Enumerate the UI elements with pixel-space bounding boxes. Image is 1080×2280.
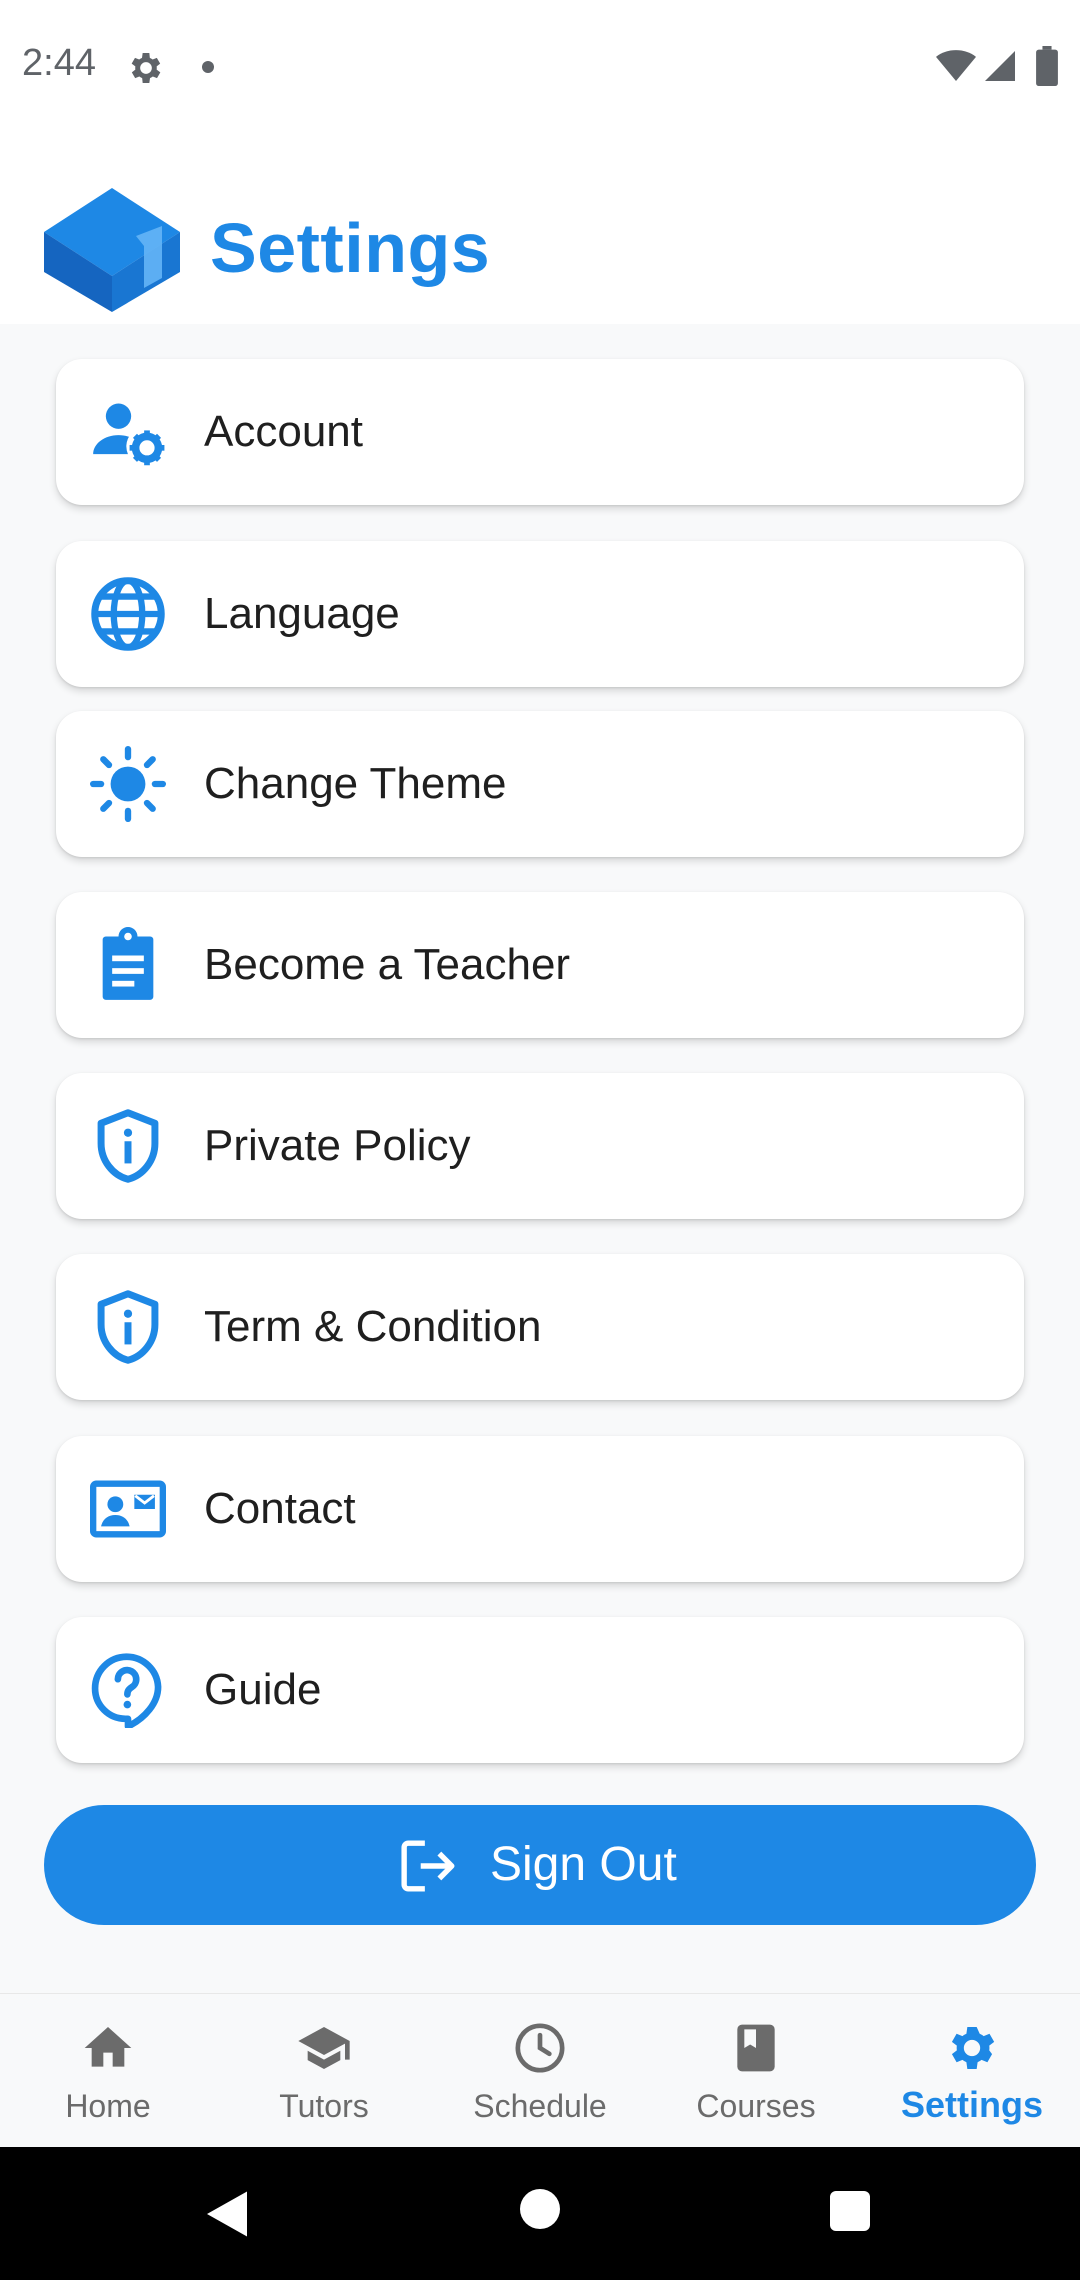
- graduation-cap-logo-icon: [44, 188, 180, 312]
- menu-item-label: Term & Condition: [204, 1302, 542, 1351]
- nav-label: Home: [65, 2088, 151, 2124]
- menu-item-label: Change Theme: [204, 759, 507, 808]
- status-time: 2:44: [22, 42, 96, 84]
- graduation-cap-icon: [298, 2027, 350, 2069]
- notification-dot-icon: [202, 61, 214, 73]
- nav-tab-courses[interactable]: Courses: [648, 1994, 864, 2148]
- back-icon[interactable]: [202, 2189, 252, 2239]
- nav-tab-tutors[interactable]: Tutors: [216, 1994, 432, 2148]
- wifi-icon: [936, 50, 976, 81]
- menu-item-label: Language: [204, 589, 400, 638]
- shield-info-icon: [97, 1109, 159, 1183]
- sun-icon: [90, 746, 166, 822]
- nav-label: Schedule: [473, 2088, 607, 2124]
- page-title: Settings: [210, 209, 491, 287]
- menu-item-label: Guide: [204, 1665, 322, 1714]
- system-navigation-bar: [0, 2147, 1080, 2280]
- home-button-icon[interactable]: [520, 2189, 560, 2229]
- sign-out-button[interactable]: Sign Out: [44, 1805, 1036, 1925]
- menu-item-guide[interactable]: Guide: [56, 1617, 1024, 1763]
- menu-item-change-theme[interactable]: Change Theme: [56, 711, 1024, 857]
- menu-item-label: Private Policy: [204, 1121, 471, 1170]
- nav-label: Tutors: [279, 2088, 369, 2124]
- nav-label: Settings: [900, 2084, 1043, 2125]
- menu-item-private-policy[interactable]: Private Policy: [56, 1073, 1024, 1219]
- clipboard-icon: [102, 927, 154, 1000]
- gear-icon: [951, 2027, 995, 2069]
- bottom-navigation: Home Tutors Schedule Courses Settings: [0, 1993, 1080, 2148]
- sign-out-label: Sign Out: [490, 1838, 677, 1891]
- nav-tab-settings[interactable]: Settings: [864, 1994, 1080, 2148]
- menu-item-label: Contact: [204, 1484, 356, 1533]
- menu-item-label: Account: [204, 407, 363, 456]
- logout-icon: [401, 1840, 455, 1892]
- contact-card-icon: [90, 1480, 166, 1538]
- battery-icon: [1036, 46, 1058, 86]
- menu-item-become-a-teacher[interactable]: Become a Teacher: [56, 892, 1024, 1038]
- menu-item-term-and-condition[interactable]: Term & Condition: [56, 1254, 1024, 1400]
- menu-item-language[interactable]: Language: [56, 541, 1024, 687]
- nav-tab-schedule[interactable]: Schedule: [432, 1994, 648, 2148]
- user-gear-icon: [93, 403, 165, 466]
- menu-item-contact[interactable]: Contact: [56, 1436, 1024, 1582]
- recent-apps-icon[interactable]: [830, 2191, 870, 2231]
- globe-icon: [91, 577, 165, 651]
- menu-item-label: Become a Teacher: [204, 940, 571, 989]
- nav-label: Courses: [696, 2088, 816, 2124]
- nav-tab-home[interactable]: Home: [0, 1994, 216, 2148]
- book-icon: [737, 2024, 775, 2072]
- settings-gear-status-icon: [131, 53, 161, 83]
- menu-item-account[interactable]: Account: [56, 359, 1024, 505]
- clock-icon: [515, 2023, 565, 2073]
- status-bar: 2:44: [0, 0, 1080, 134]
- shield-info-icon: [97, 1290, 159, 1364]
- app-header: Settings: [0, 134, 1080, 324]
- home-icon: [84, 2027, 132, 2067]
- help-bubble-icon: [91, 1653, 162, 1728]
- cell-signal-icon: [985, 51, 1015, 81]
